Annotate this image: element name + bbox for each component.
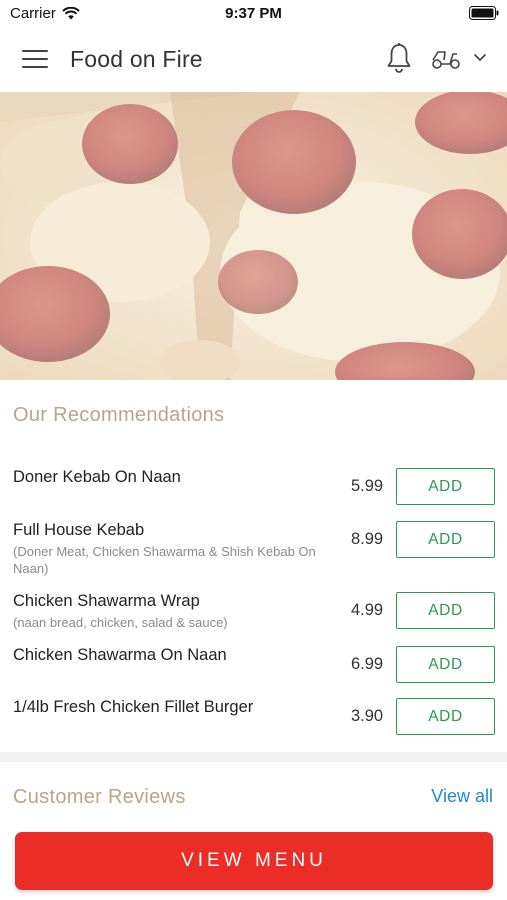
bell-icon[interactable] <box>386 42 412 74</box>
add-button[interactable]: ADD <box>396 646 495 683</box>
view-all-reviews-link[interactable]: View all <box>431 786 493 807</box>
recommendations-title: Our Recommendations <box>13 404 225 426</box>
item-price: 8.99 <box>351 530 384 548</box>
delivery-scooter-icon[interactable] <box>430 45 462 71</box>
section-divider <box>0 752 507 762</box>
hamburger-menu-icon[interactable] <box>22 50 48 70</box>
reviews-section: Customer Reviews View all <box>0 762 507 832</box>
battery-icon <box>469 6 499 20</box>
item-price: 6.99 <box>351 655 384 673</box>
add-button[interactable]: ADD <box>396 521 495 558</box>
item-price: 3.90 <box>351 707 384 725</box>
recommendations-section: Our Recommendations Doner Kebab On Naan … <box>0 380 507 752</box>
hero-banner-image <box>0 92 507 380</box>
status-bar: Carrier 9:37 PM <box>0 0 507 28</box>
reviews-title: Customer Reviews <box>13 786 186 808</box>
app-title: Food on Fire <box>70 46 203 72</box>
add-button[interactable]: ADD <box>396 698 495 735</box>
item-name: Full House Kebab <box>13 521 145 539</box>
item-name: Doner Kebab On Naan <box>13 468 181 486</box>
item-price: 4.99 <box>351 601 384 619</box>
chevron-down-icon[interactable] <box>472 52 488 64</box>
add-button[interactable]: ADD <box>396 592 495 629</box>
view-menu-button[interactable]: VIEW MENU <box>15 832 493 890</box>
item-description: (naan bread, chicken, salad & sauce) <box>13 615 228 630</box>
item-name: 1/4lb Fresh Chicken Fillet Burger <box>13 698 254 716</box>
item-description: (Doner Meat, Chicken Shawarma & Shish Ke… <box>13 544 316 576</box>
item-name: Chicken Shawarma Wrap <box>13 592 200 610</box>
app-header: Food on Fire <box>0 28 507 92</box>
item-price: 5.99 <box>351 477 384 495</box>
item-name: Chicken Shawarma On Naan <box>13 646 227 664</box>
add-button[interactable]: ADD <box>396 468 495 505</box>
status-time: 9:37 PM <box>225 5 282 22</box>
